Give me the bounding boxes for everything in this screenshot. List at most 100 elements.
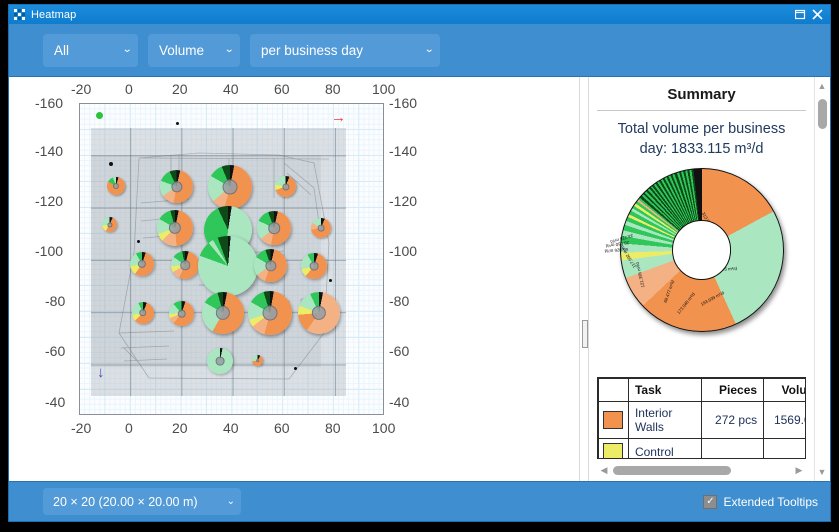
cell-donut[interactable] (298, 292, 340, 334)
column-task: Task (627, 378, 703, 402)
x-tick-bottom-4: 60 (274, 420, 290, 436)
pie-slice-label: 173.048 m³/d (675, 291, 696, 316)
scroll-left-icon[interactable]: ◀ (597, 463, 611, 478)
tiny-marker (176, 122, 179, 125)
row-pieces (701, 438, 765, 458)
metric-select-value: Volume (159, 42, 205, 58)
row-color-cell (598, 401, 629, 439)
summary-pane: Summary Total volume per business day: 1… (589, 77, 830, 481)
row-volume (763, 438, 805, 458)
restore-button[interactable] (792, 6, 809, 23)
table-header-row: Task Pieces Volume (598, 378, 805, 402)
x-tick-top-5: 80 (325, 81, 341, 97)
pie-center-hole (671, 220, 732, 281)
close-button[interactable] (809, 6, 826, 23)
extended-tooltips-checkbox[interactable]: ✓ (703, 494, 718, 509)
title-bar: Heatmap (9, 5, 830, 24)
vertical-scroll-thumb[interactable] (818, 99, 827, 129)
cell-donut[interactable] (252, 355, 263, 366)
pie-slice-label: 68.477 m³/d (662, 279, 675, 304)
table-row[interactable]: Control (598, 438, 805, 458)
heatmap-plot[interactable]: → ↓ (79, 103, 384, 415)
x-tick-top-1: 0 (125, 81, 133, 97)
cell-donut[interactable] (275, 176, 296, 197)
scope-select-value: All (54, 42, 70, 58)
row-color-cell (598, 438, 629, 458)
x-tick-top-4: 60 (274, 81, 290, 97)
table-row[interactable]: Interior Walls 272 pcs 1569.059 (598, 401, 805, 439)
chevron-down-icon: ⌄ (226, 496, 235, 507)
cell-donut[interactable] (311, 218, 331, 238)
cell-donut[interactable] (301, 253, 327, 279)
status-bar: 20 × 20 (20.00 × 20.00 m) ⌄ ✓ Extended T… (9, 481, 830, 521)
summary-horizontal-scrollbar[interactable]: ◀ ▶ (597, 463, 806, 478)
pie-disc[interactable]: 313.812 m³/d 283.305 m³/d 193.939 m³/d 1… (604, 168, 784, 333)
cell-donut[interactable] (130, 252, 154, 276)
y-tick-right-1: -140 (389, 143, 418, 159)
cell-donut[interactable] (171, 251, 199, 279)
column-color (598, 378, 629, 402)
cell-donut[interactable] (132, 302, 154, 324)
cell-donut[interactable] (160, 170, 193, 203)
cell-donut[interactable] (208, 165, 252, 209)
y-tick-left-4: -80 (45, 293, 66, 309)
x-tick-top-3: 40 (223, 81, 239, 97)
tiny-marker (137, 240, 140, 243)
row-volume: 1569.059 (763, 401, 805, 439)
horizontal-scroll-thumb[interactable] (613, 466, 731, 475)
east-arrow-icon: → (331, 109, 346, 126)
column-volume: Volume (763, 378, 805, 402)
filter-toolbar: All ⌄ Volume ⌄ per business day ⌄ (9, 24, 830, 77)
y-tick-left-6: -40 (45, 394, 66, 410)
x-tick-bottom-1: 0 (125, 420, 133, 436)
y-tick-right-6: -40 (389, 394, 410, 410)
cell-donut[interactable] (198, 236, 258, 296)
cell-donut[interactable] (257, 211, 291, 245)
south-arrow-icon: ↓ (97, 364, 105, 381)
volume-pie-chart[interactable]: 313.812 m³/d 283.305 m³/d 193.939 m³/d 1… (597, 165, 806, 335)
row-pieces: 272 pcs (701, 401, 765, 439)
cell-donut[interactable] (102, 217, 117, 232)
scroll-down-icon[interactable]: ▼ (815, 465, 829, 479)
x-tick-bottom-3: 40 (223, 420, 239, 436)
tiny-marker (329, 279, 332, 282)
chevron-down-icon: ⌄ (223, 44, 235, 55)
scroll-right-icon[interactable]: ▶ (792, 463, 806, 478)
y-tick-left-1: -140 (35, 143, 64, 159)
origin-marker-dot (96, 112, 103, 119)
total-volume-text: Total volume per business day: 1833.115 … (617, 121, 786, 157)
x-tick-top-2: 20 (172, 81, 188, 97)
color-swatch (603, 443, 623, 458)
task-table[interactable]: Task Pieces Volume Interior Walls 272 pc… (597, 377, 806, 459)
pane-splitter[interactable] (579, 77, 589, 481)
cell-donut[interactable] (157, 210, 193, 246)
y-tick-left-3: -100 (35, 243, 64, 259)
cell-donut[interactable] (169, 301, 194, 326)
heatmap-window: Heatmap All ⌄ Volume ⌄ per business day … (8, 4, 831, 522)
cell-donut[interactable] (207, 348, 233, 374)
y-tick-right-3: -100 (389, 243, 418, 259)
summary-vertical-scrollbar[interactable]: ▲ ▼ (814, 77, 829, 481)
cell-donut[interactable] (248, 291, 292, 335)
chevron-down-icon: ⌄ (121, 44, 133, 55)
y-tick-right-0: -160 (389, 95, 418, 111)
scroll-up-icon[interactable]: ▲ (815, 79, 829, 93)
pie-slice-label: 193.939 m³/d (699, 290, 725, 307)
grid-icon (14, 9, 25, 20)
cell-donut[interactable] (107, 177, 125, 195)
grid-size-select[interactable]: 20 × 20 (20.00 × 20.00 m) ⌄ (43, 488, 241, 515)
cell-donut[interactable] (202, 292, 244, 334)
color-swatch (603, 411, 623, 429)
main-body: -20 0 20 40 60 80 100 -20 0 20 40 60 80 … (9, 77, 830, 481)
x-tick-bottom-0: -20 (71, 420, 92, 436)
metric-select[interactable]: Volume ⌄ (148, 33, 240, 67)
splitter-grip[interactable] (582, 320, 588, 348)
scope-select[interactable]: All ⌄ (43, 33, 138, 67)
y-tick-right-2: -120 (389, 193, 418, 209)
grid-size-value: 20 × 20 (20.00 × 20.00 m) (53, 494, 198, 509)
cell-donut[interactable] (254, 249, 287, 282)
period-select[interactable]: per business day ⌄ (250, 33, 440, 67)
extended-tooltips-option[interactable]: ✓ Extended Tooltips (703, 494, 818, 509)
tiny-marker (294, 367, 297, 370)
heatmap-pane[interactable]: -20 0 20 40 60 80 100 -20 0 20 40 60 80 … (9, 77, 579, 481)
